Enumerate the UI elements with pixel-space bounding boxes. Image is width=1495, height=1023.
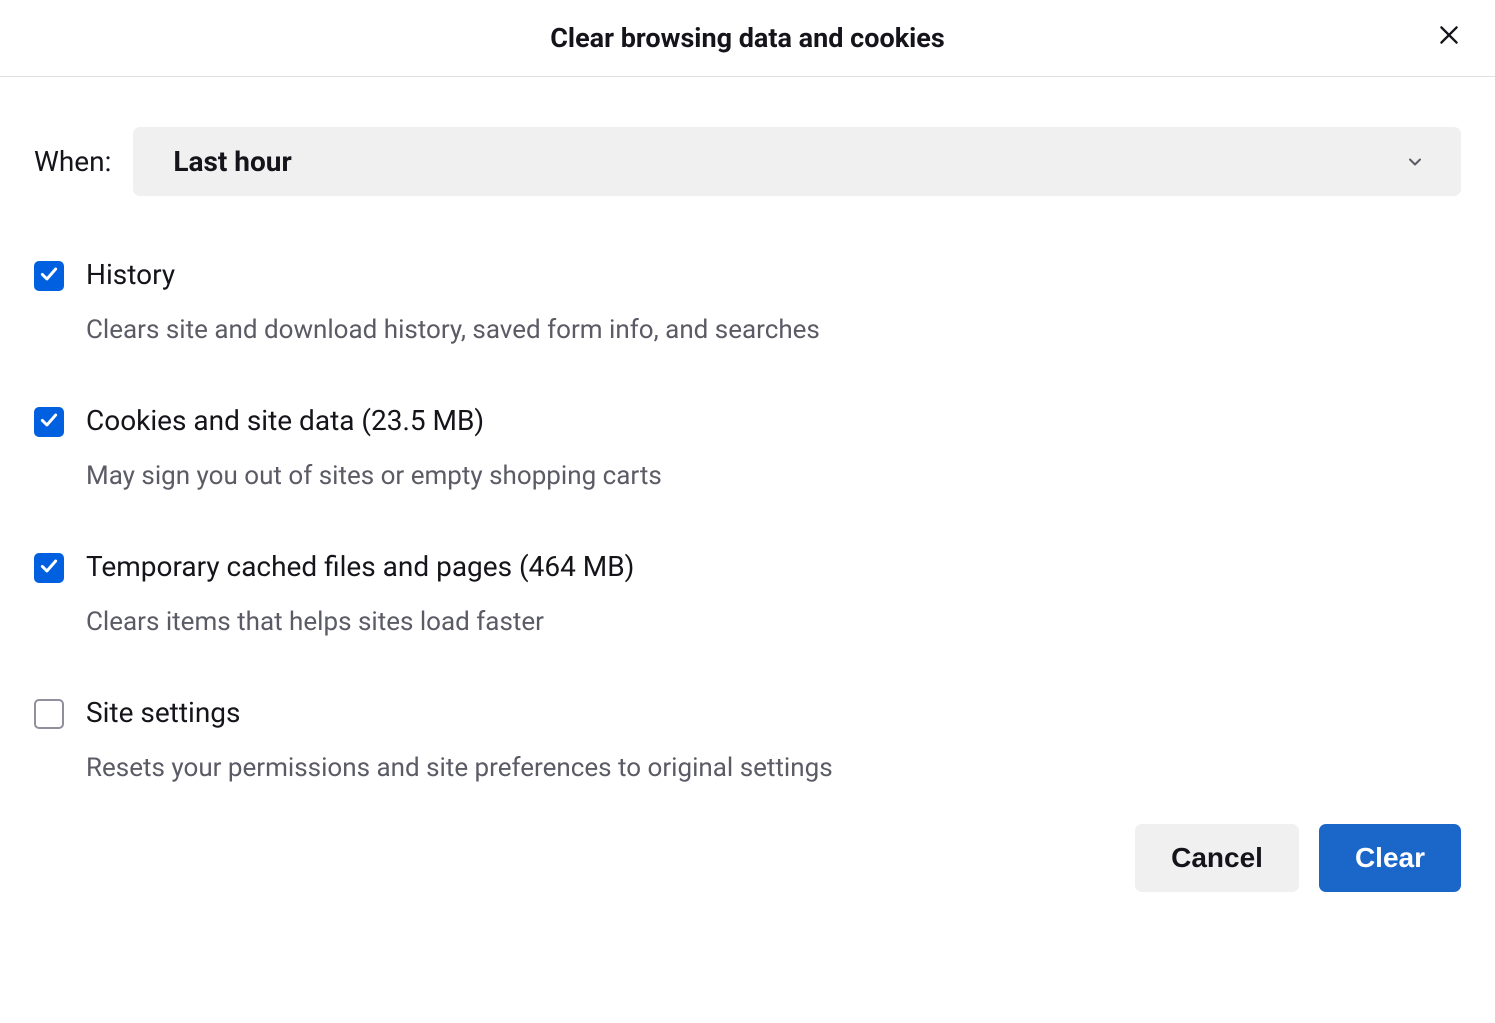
option-label: Temporary cached files and pages (464 MB… xyxy=(86,550,634,584)
clear-options-list: History Clears site and download history… xyxy=(34,258,1461,784)
option-description: Resets your permissions and site prefere… xyxy=(86,752,833,785)
option-site-settings: Site settings Resets your permissions an… xyxy=(34,696,1461,784)
when-label: When: xyxy=(34,145,111,178)
time-range-select-wrap: Last hour xyxy=(133,127,1461,196)
checkbox-cookies[interactable] xyxy=(34,407,64,437)
dialog-header: Clear browsing data and cookies xyxy=(0,0,1495,77)
option-label: Site settings xyxy=(86,696,833,730)
dialog-title: Clear browsing data and cookies xyxy=(550,22,944,54)
option-description: May sign you out of sites or empty shopp… xyxy=(86,460,662,493)
close-icon xyxy=(1436,22,1462,51)
option-text: Temporary cached files and pages (464 MB… xyxy=(86,550,634,638)
option-label: History xyxy=(86,258,820,292)
option-text: History Clears site and download history… xyxy=(86,258,820,346)
dialog-footer: Cancel Clear xyxy=(0,794,1495,926)
close-button[interactable] xyxy=(1429,16,1469,56)
option-text: Site settings Resets your permissions an… xyxy=(86,696,833,784)
clear-data-dialog: Clear browsing data and cookies When: La… xyxy=(0,0,1495,926)
option-description: Clears site and download history, saved … xyxy=(86,314,820,347)
cancel-button[interactable]: Cancel xyxy=(1135,824,1299,892)
clear-button[interactable]: Clear xyxy=(1319,824,1461,892)
option-text: Cookies and site data (23.5 MB) May sign… xyxy=(86,404,662,492)
dialog-body: When: Last hour xyxy=(0,77,1495,794)
option-cache: Temporary cached files and pages (464 MB… xyxy=(34,550,1461,638)
option-cookies: Cookies and site data (23.5 MB) May sign… xyxy=(34,404,1461,492)
option-description: Clears items that helps sites load faste… xyxy=(86,606,634,639)
checkbox-site-settings[interactable] xyxy=(34,699,64,729)
option-label: Cookies and site data (23.5 MB) xyxy=(86,404,662,438)
time-range-select[interactable]: Last hour xyxy=(133,127,1461,196)
time-range-row: When: Last hour xyxy=(34,127,1461,196)
checkbox-history[interactable] xyxy=(34,261,64,291)
checkmark-icon xyxy=(39,553,59,583)
time-range-selected-value: Last hour xyxy=(173,145,291,178)
checkbox-cache[interactable] xyxy=(34,553,64,583)
checkmark-icon xyxy=(39,261,59,291)
option-history: History Clears site and download history… xyxy=(34,258,1461,346)
checkmark-icon xyxy=(39,407,59,437)
